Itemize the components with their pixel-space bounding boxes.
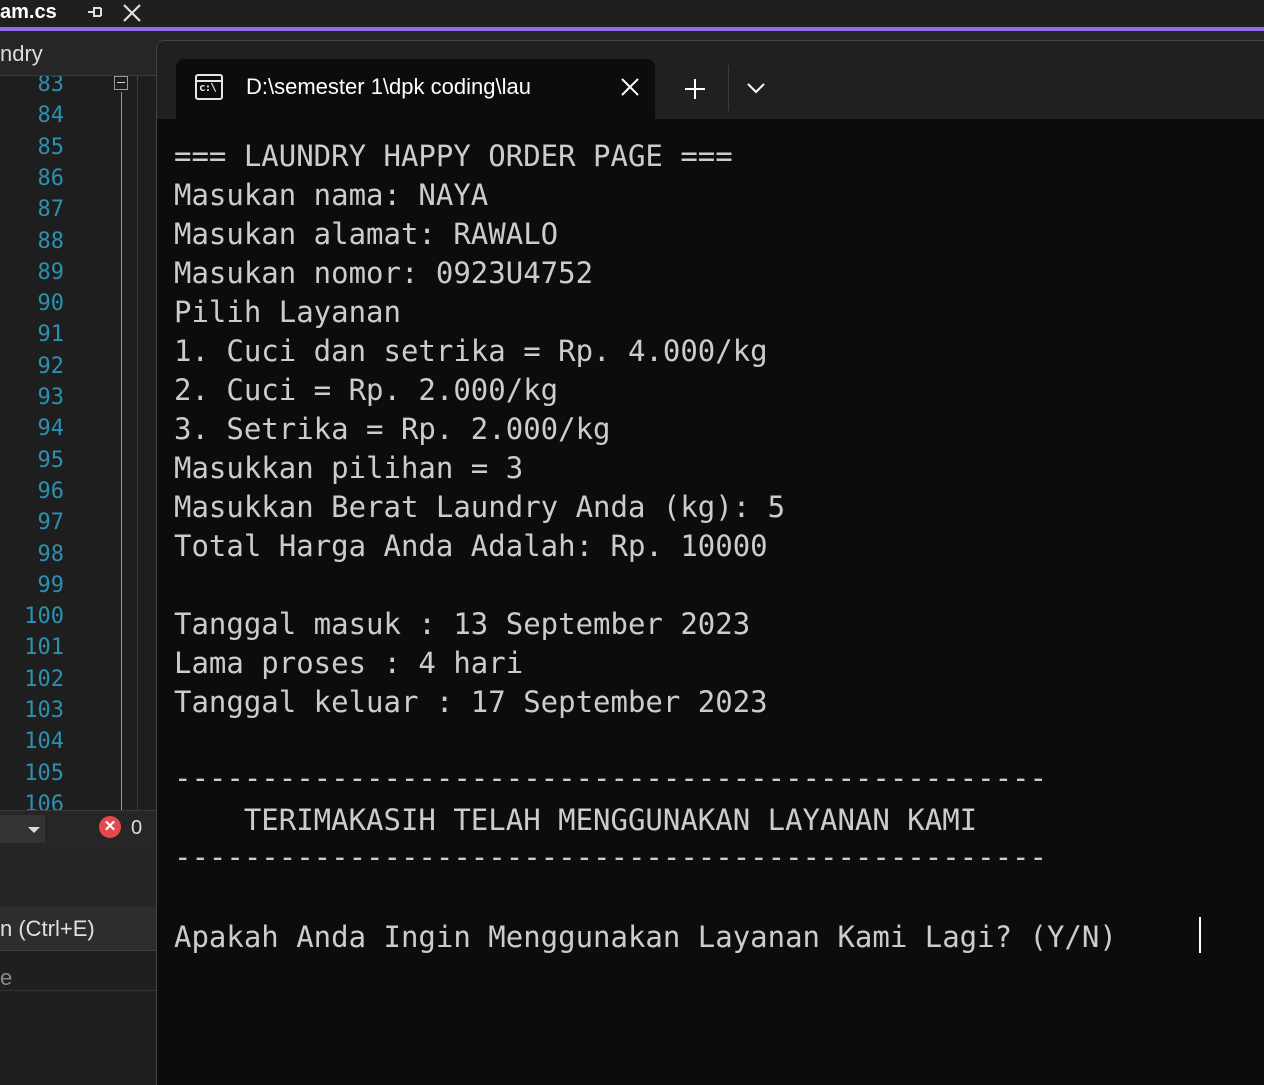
line-number: 105 xyxy=(24,760,64,786)
panel-list-item[interactable]: e xyxy=(0,965,12,991)
divider xyxy=(0,990,158,991)
terminal-line: Masukkan pilihan = 3 xyxy=(174,451,524,485)
terminal-line: 3. Setrika = Rp. 2.000/kg xyxy=(174,412,611,446)
terminal-line: Masukkan Berat Laundry Anda (kg): 5 xyxy=(174,490,786,524)
close-icon[interactable] xyxy=(619,76,641,98)
line-number: 94 xyxy=(37,416,65,442)
search-input[interactable]: n (Ctrl+E) xyxy=(0,906,158,951)
line-number: 91 xyxy=(37,322,65,348)
terminal-line: Total Harga Anda Adalah: Rp. 10000 xyxy=(174,529,768,563)
terminal-line: Lama proses : 4 hari xyxy=(174,646,524,680)
pin-icon[interactable] xyxy=(86,3,104,21)
terminal-line: Pilih Layanan xyxy=(174,295,401,329)
ide-editor-gutter: 83 84 85 86 87 88 89 90 91 92 93 94 95 96 97 98 99 100 101… xyxy=(0,76,158,810)
terminal-line: Masukan alamat: RAWALO xyxy=(174,217,559,251)
line-number: 86 xyxy=(37,165,65,191)
divider xyxy=(728,65,729,111)
line-number: 93 xyxy=(37,385,65,410)
terminal-tab-title: D:\semester 1\dpk coding\lau xyxy=(246,74,531,99)
ide-editor-statusbar: ✕ 0 xyxy=(0,810,158,847)
terminal-output[interactable]: === LAUNDRY HAPPY ORDER PAGE === Masukan… xyxy=(157,119,1264,1085)
line-number: 101 xyxy=(24,635,64,661)
line-number: 98 xyxy=(37,541,65,567)
line-number: 88 xyxy=(37,228,65,254)
line-number: 83 xyxy=(37,76,65,97)
line-number: 89 xyxy=(37,259,65,285)
zoom-dropdown[interactable] xyxy=(0,815,45,843)
ide-document-tab[interactable]: am.cs xyxy=(0,0,155,28)
line-number: 97 xyxy=(37,510,65,536)
indent-guide xyxy=(137,76,138,810)
terminal-line: 2. Cuci = Rp. 2.000/kg xyxy=(174,373,559,407)
error-count[interactable]: 0 xyxy=(131,817,142,840)
ide-tab-bar: am.cs xyxy=(0,0,1264,28)
terminal-line: 1. Cuci dan setrika = Rp. 4.000/kg xyxy=(174,334,768,368)
terminal-line: Masukan nama: NAYA xyxy=(174,178,489,212)
fold-guide xyxy=(121,92,122,810)
terminal-titlebar: c:\ D:\semester 1\dpk coding\lau xyxy=(157,41,1264,119)
line-number: 92 xyxy=(37,353,65,379)
plus-icon[interactable] xyxy=(677,71,713,107)
close-icon[interactable] xyxy=(121,2,143,24)
line-number: 102 xyxy=(24,666,64,692)
line-number: 104 xyxy=(24,729,64,755)
chevron-down-icon[interactable] xyxy=(741,73,771,103)
line-number: 90 xyxy=(37,291,65,317)
terminal-line: TERIMAKASIH TELAH MENGGUNAKAN LAYANAN KA… xyxy=(174,803,978,837)
terminal-separator: ----------------------------------------… xyxy=(174,761,1047,795)
ide-tool-panel: n (Ctrl+E) e xyxy=(0,846,158,1084)
line-number: 87 xyxy=(37,197,65,223)
terminal-window: c:\ D:\semester 1\dpk coding\lau === LAU… xyxy=(156,40,1264,1085)
terminal-line: === LAUNDRY HAPPY ORDER PAGE === xyxy=(174,139,733,173)
chevron-down-icon xyxy=(28,827,40,833)
error-icon[interactable]: ✕ xyxy=(99,816,121,838)
collapse-icon[interactable] xyxy=(114,76,128,90)
line-number: 96 xyxy=(37,478,65,504)
terminal-tab[interactable]: c:\ D:\semester 1\dpk coding\lau xyxy=(176,59,655,119)
line-number: 85 xyxy=(37,134,65,160)
line-number: 99 xyxy=(37,572,65,598)
search-hint: n (Ctrl+E) xyxy=(0,916,95,941)
text-cursor xyxy=(1199,917,1201,953)
terminal-separator: ----------------------------------------… xyxy=(174,840,1047,874)
ide-project-label[interactable]: ndry xyxy=(0,41,43,67)
terminal-line: Tanggal keluar : 17 September 2023 xyxy=(174,685,768,719)
terminal-line: Tanggal masuk : 13 September 2023 xyxy=(174,607,751,641)
terminal-prompt: Apakah Anda Ingin Menggunakan Layanan Ka… xyxy=(174,920,1117,954)
line-number: 100 xyxy=(24,604,64,630)
line-number: 106 xyxy=(24,791,64,810)
console-icon-text: c:\ xyxy=(199,81,217,94)
console-icon: c:\ xyxy=(195,74,223,100)
terminal-line: Masukan nomor: 0923U4752 xyxy=(174,256,594,290)
ide-tab-title: am.cs xyxy=(0,1,57,23)
line-number: 95 xyxy=(37,447,65,473)
ide-panel-header xyxy=(0,846,158,907)
line-number: 103 xyxy=(24,698,64,723)
line-number: 84 xyxy=(37,103,65,129)
